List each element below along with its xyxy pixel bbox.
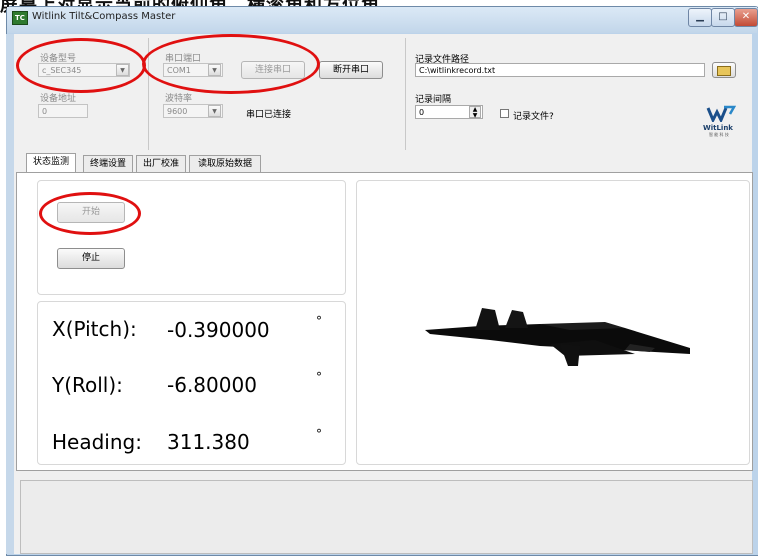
device-address-label: 设备地址 bbox=[40, 94, 77, 104]
stop-button[interactable]: 停止 bbox=[57, 248, 125, 269]
aircraft-model-icon bbox=[425, 308, 690, 366]
disconnect-serial-button[interactable]: 断开串口 bbox=[319, 61, 383, 79]
serial-status-text: 串口已连接 bbox=[246, 110, 292, 120]
device-model-value: c_SEC345 bbox=[42, 66, 82, 75]
pitch-unit: ° bbox=[316, 314, 322, 328]
serial-port-value: COM1 bbox=[167, 66, 191, 75]
start-button[interactable]: 开始 bbox=[57, 202, 125, 223]
tab-status-monitor[interactable]: 状态监测 bbox=[26, 153, 76, 173]
device-address-value: 0 bbox=[42, 107, 48, 116]
chevron-down-icon[interactable]: ▼ bbox=[208, 105, 221, 117]
window-left-border bbox=[6, 34, 14, 554]
log-area bbox=[20, 480, 753, 554]
heading-label: Heading: bbox=[52, 430, 142, 454]
chevron-down-icon[interactable]: ▼ bbox=[116, 64, 129, 76]
pitch-label: X(Pitch): bbox=[52, 317, 137, 341]
record-file-checkbox-label: 记录文件? bbox=[513, 112, 554, 122]
witlink-logo-icon bbox=[706, 104, 737, 124]
record-path-value: C:\witlinkrecord.txt bbox=[419, 66, 496, 75]
logo-subtext: 智 能 科 技 bbox=[709, 132, 729, 137]
tab-read-raw-data[interactable]: 读取原始数据 bbox=[189, 155, 261, 173]
tab-factory-calibration[interactable]: 出厂校准 bbox=[136, 155, 186, 173]
heading-unit: ° bbox=[316, 427, 322, 441]
close-button[interactable]: ✕ bbox=[734, 8, 758, 27]
record-path-field[interactable]: C:\witlinkrecord.txt bbox=[415, 63, 705, 77]
roll-unit: ° bbox=[316, 370, 322, 384]
record-file-checkbox[interactable] bbox=[500, 109, 509, 118]
app-icon: TC bbox=[12, 11, 28, 25]
roll-label: Y(Roll): bbox=[52, 373, 123, 397]
window-title: Witlink Tilt&Compass Master bbox=[32, 11, 176, 22]
interval-spinner-icon[interactable]: ▲ ▼ bbox=[469, 106, 481, 119]
baud-rate-label: 波特率 bbox=[165, 94, 193, 104]
chevron-down-icon[interactable]: ▼ bbox=[208, 64, 221, 76]
record-interval-value: 0 bbox=[419, 108, 425, 117]
connect-serial-button[interactable]: 连接串口 bbox=[241, 61, 305, 79]
device-address-field[interactable]: 0 bbox=[38, 104, 88, 118]
roll-value: -6.80000 bbox=[167, 373, 257, 397]
minimize-button[interactable]: ▁ bbox=[688, 8, 712, 27]
heading-value: 311.380 bbox=[167, 430, 250, 454]
baud-rate-value: 9600 bbox=[167, 107, 188, 116]
record-interval-label: 记录间隔 bbox=[415, 95, 452, 105]
folder-icon bbox=[717, 66, 731, 76]
control-panel bbox=[37, 180, 346, 295]
device-group bbox=[16, 38, 149, 150]
logo-text: WitLink bbox=[703, 124, 733, 132]
browse-folder-button[interactable] bbox=[712, 62, 736, 78]
pitch-value: -0.390000 bbox=[167, 318, 270, 342]
maximize-button[interactable]: □ bbox=[711, 8, 735, 27]
tab-terminal-settings[interactable]: 终端设置 bbox=[83, 155, 133, 173]
